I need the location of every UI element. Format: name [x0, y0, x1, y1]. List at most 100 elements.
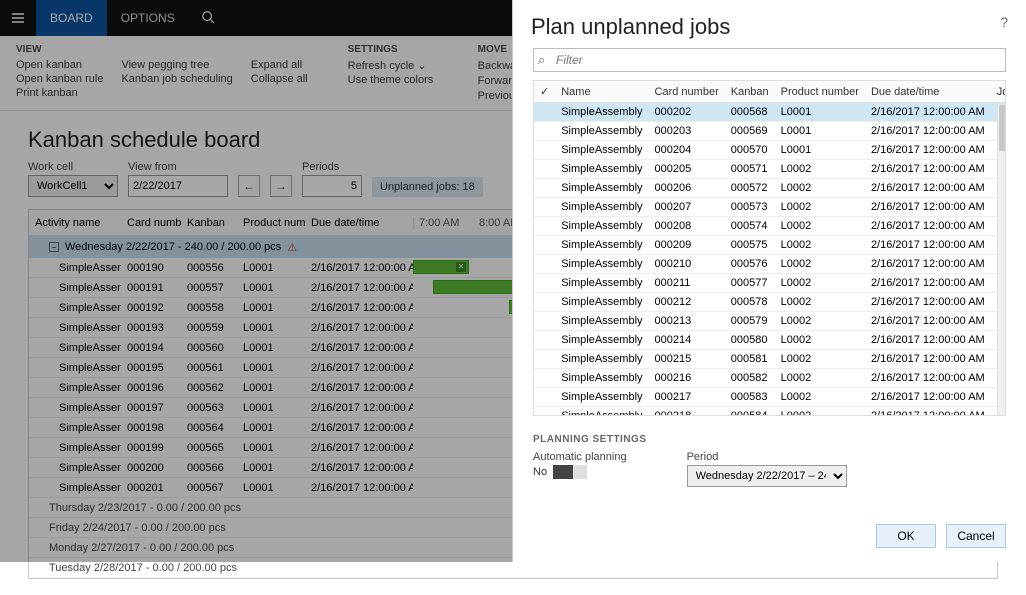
panel-title: Plan unplanned jobs: [531, 14, 730, 40]
col-product[interactable]: Product number: [237, 217, 305, 229]
panel-row[interactable]: SimpleAssembly000211000577L00022/16/2017…: [534, 274, 1006, 293]
panel-row[interactable]: SimpleAssembly000210000576L00022/16/2017…: [534, 255, 1006, 274]
filter-input[interactable]: [533, 48, 1006, 72]
prev-arrow-button[interactable]: ←: [238, 175, 260, 197]
row-check[interactable]: [534, 198, 555, 217]
kanban-job-scheduling[interactable]: Kanban job scheduling: [121, 73, 232, 85]
cell-card: 000213: [649, 312, 725, 331]
cell-product: L0001: [775, 122, 865, 141]
collapse-icon[interactable]: −: [49, 242, 59, 252]
print-kanban[interactable]: Print kanban: [16, 87, 103, 99]
panel-row[interactable]: SimpleAssembly000213000579L00022/16/2017…: [534, 312, 1006, 331]
pcol-product[interactable]: Product number: [775, 81, 865, 103]
cell-name: SimpleAssembly: [555, 141, 648, 160]
cell-kanban: 000564: [181, 422, 237, 434]
expand-all[interactable]: Expand all: [251, 59, 308, 71]
help-icon[interactable]: ?: [1000, 14, 1008, 30]
panel-row[interactable]: SimpleAssembly000203000569L00012/16/2017…: [534, 122, 1006, 141]
gantt-bar[interactable]: ✕: [413, 260, 469, 274]
row-check[interactable]: [534, 407, 555, 417]
cancel-button[interactable]: Cancel: [946, 524, 1006, 548]
col-activity[interactable]: Activity name: [29, 217, 121, 229]
cell-card: 000195: [121, 362, 181, 374]
use-theme-colors[interactable]: Use theme colors: [348, 74, 438, 86]
pcol-qty[interactable]: Job quantity: [991, 81, 1006, 103]
cell-kanban: 000571: [725, 160, 775, 179]
row-check[interactable]: [534, 274, 555, 293]
row-check[interactable]: [534, 255, 555, 274]
row-check[interactable]: [534, 179, 555, 198]
row-check[interactable]: [534, 122, 555, 141]
row-check[interactable]: [534, 141, 555, 160]
panel-row[interactable]: SimpleAssembly000209000575L00022/16/2017…: [534, 236, 1006, 255]
ok-button[interactable]: OK: [876, 524, 936, 548]
cell-kanban: 000568: [725, 103, 775, 122]
pcol-kanban[interactable]: Kanban: [725, 81, 775, 103]
cell-due: 2/16/2017 12:00:00 AM: [305, 342, 413, 354]
search-icon[interactable]: [189, 10, 227, 27]
panel-row[interactable]: SimpleAssembly000214000580L00022/16/2017…: [534, 331, 1006, 350]
panel-row[interactable]: SimpleAssembly000202000568L00012/16/2017…: [534, 103, 1006, 122]
periods-input[interactable]: [302, 175, 362, 197]
tab-board[interactable]: BOARD: [36, 0, 107, 36]
col-kanban[interactable]: Kanban: [181, 217, 237, 229]
panel-row[interactable]: SimpleAssembly000208000574L00022/16/2017…: [534, 217, 1006, 236]
row-check[interactable]: [534, 312, 555, 331]
panel-row[interactable]: SimpleAssembly000206000572L00022/16/2017…: [534, 179, 1006, 198]
period-label: Period: [687, 451, 847, 463]
cell-card: 000199: [121, 442, 181, 454]
row-check[interactable]: [534, 369, 555, 388]
row-check[interactable]: [534, 236, 555, 255]
pcol-name[interactable]: Name: [555, 81, 648, 103]
collapse-all[interactable]: Collapse all: [251, 73, 308, 85]
panel-row[interactable]: SimpleAssembly000217000583L00022/16/2017…: [534, 388, 1006, 407]
tab-options[interactable]: OPTIONS: [107, 0, 189, 36]
open-kanban-rule[interactable]: Open kanban rule: [16, 73, 103, 85]
row-check[interactable]: [534, 293, 555, 312]
cell-card: 000215: [649, 350, 725, 369]
pcol-card[interactable]: Card number: [649, 81, 725, 103]
open-kanban[interactable]: Open kanban: [16, 59, 103, 71]
col-check[interactable]: ✓: [534, 81, 555, 103]
viewfrom-input[interactable]: [128, 175, 228, 197]
col-due[interactable]: Due date/time: [305, 217, 413, 229]
workcell-select[interactable]: WorkCell1: [28, 175, 118, 197]
periods-label: Periods: [302, 161, 362, 173]
panel-row[interactable]: SimpleAssembly000207000573L00022/16/2017…: [534, 198, 1006, 217]
refresh-cycle[interactable]: Refresh cycle ⌄: [348, 59, 438, 72]
panel-row[interactable]: SimpleAssembly000216000582L00022/16/2017…: [534, 369, 1006, 388]
row-check[interactable]: [534, 103, 555, 122]
cell-card: 000209: [649, 236, 725, 255]
cell-kanban: 000572: [725, 179, 775, 198]
cell-due: 2/16/2017 12:00:00 AM: [865, 274, 991, 293]
row-check[interactable]: [534, 160, 555, 179]
panel-row[interactable]: SimpleAssembly000205000571L00022/16/2017…: [534, 160, 1006, 179]
view-pegging-tree[interactable]: View pegging tree: [121, 59, 232, 71]
cell-activity: SimpleAssembly: [29, 442, 121, 454]
row-check[interactable]: [534, 350, 555, 369]
cell-due: 2/16/2017 12:00:00 AM: [305, 442, 413, 454]
cell-product: L0002: [775, 388, 865, 407]
panel-row[interactable]: SimpleAssembly000218000584L00022/16/2017…: [534, 407, 1006, 417]
scrollbar[interactable]: [997, 105, 1005, 415]
cell-product: L0001: [237, 362, 305, 374]
auto-planning-toggle[interactable]: [553, 465, 587, 479]
cell-kanban: 000566: [181, 462, 237, 474]
cell-kanban: 000557: [181, 282, 237, 294]
unplanned-jobs-pill[interactable]: Unplanned jobs: 18: [372, 177, 483, 197]
panel-row[interactable]: SimpleAssembly000215000581L00022/16/2017…: [534, 350, 1006, 369]
cell-due: 2/16/2017 12:00:00 AM: [305, 302, 413, 314]
hamburger-icon[interactable]: [0, 0, 36, 36]
col-card[interactable]: Card number: [121, 217, 181, 229]
row-check[interactable]: [534, 217, 555, 236]
row-check[interactable]: [534, 388, 555, 407]
next-arrow-button[interactable]: →: [270, 175, 292, 197]
cell-kanban: 000582: [725, 369, 775, 388]
pcol-due[interactable]: Due date/time: [865, 81, 991, 103]
panel-row[interactable]: SimpleAssembly000212000578L00022/16/2017…: [534, 293, 1006, 312]
panel-row[interactable]: SimpleAssembly000204000570L00012/16/2017…: [534, 141, 1006, 160]
cell-name: SimpleAssembly: [555, 236, 648, 255]
period-select[interactable]: Wednesday 2/22/2017 – 240...: [687, 465, 847, 487]
row-check[interactable]: [534, 331, 555, 350]
cell-card: 000202: [649, 103, 725, 122]
